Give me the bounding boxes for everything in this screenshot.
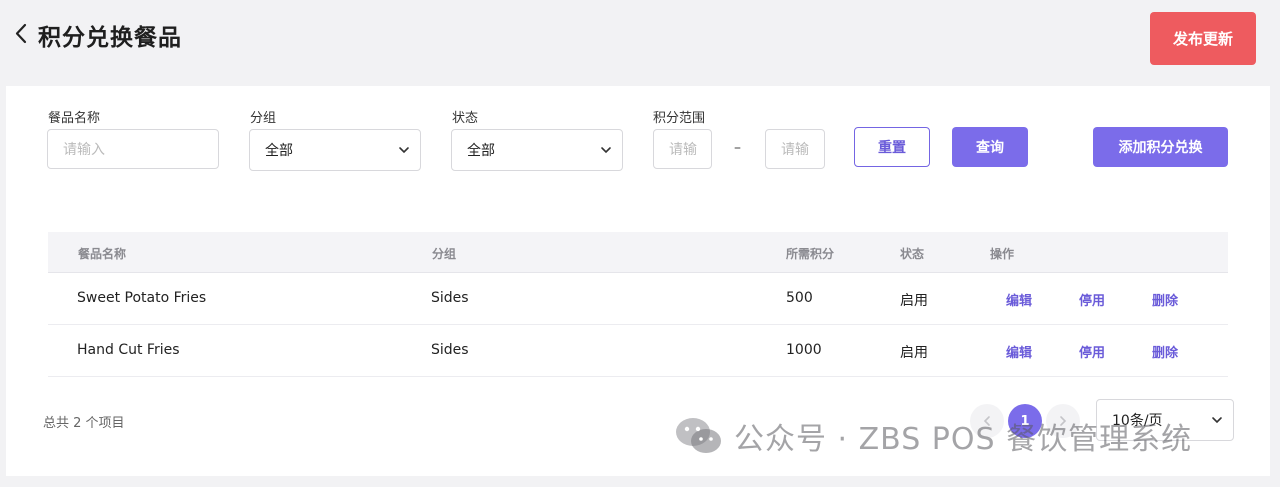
column-header-group: 分组 [432, 247, 457, 261]
status-filter-value: 全部 [467, 143, 495, 159]
disable-link[interactable]: 停用 [1079, 342, 1105, 361]
name-filter-input[interactable]: 请输入 [47, 129, 219, 169]
chevron-down-icon [398, 144, 410, 156]
cell-group: Sides [431, 342, 469, 358]
wechat-logo-icon [674, 416, 724, 456]
column-header-status: 状态 [900, 247, 925, 261]
cell-name: Hand Cut Fries [77, 342, 180, 358]
name-filter-placeholder: 请输入 [63, 142, 105, 158]
range-separator: – [734, 140, 741, 156]
column-header-actions: 操作 [990, 247, 1015, 261]
table-row: Hand Cut Fries Sides 1000 启用 编辑 停用 删除 [48, 325, 1228, 377]
cell-points: 500 [786, 290, 813, 306]
edit-link[interactable]: 编辑 [1006, 342, 1032, 361]
table-row: Sweet Potato Fries Sides 500 启用 编辑 停用 删除 [48, 273, 1228, 325]
points-min-input[interactable]: 请输 [653, 129, 712, 169]
status-filter-label: 状态 [452, 111, 479, 126]
page-title: 积分兑换餐品 [38, 25, 182, 51]
delete-link[interactable]: 删除 [1152, 342, 1178, 361]
cell-name: Sweet Potato Fries [77, 290, 207, 306]
watermark: 公众号 · ZBS POS 餐饮管理系统 [674, 414, 1192, 458]
watermark-text: 公众号 · ZBS POS 餐饮管理系统 [734, 422, 1193, 457]
chevron-down-icon [1211, 414, 1223, 426]
points-max-placeholder: 请输 [781, 142, 809, 158]
points-max-input[interactable]: 请输 [765, 129, 825, 169]
back-arrow-icon[interactable] [12, 20, 32, 48]
add-points-exchange-button[interactable]: 添加积分兑换 [1093, 127, 1228, 167]
column-header-name: 餐品名称 [78, 247, 127, 261]
cell-group: Sides [431, 290, 469, 306]
points-range-label: 积分范围 [653, 111, 706, 126]
disable-link[interactable]: 停用 [1079, 290, 1105, 309]
exchange-table: 餐品名称 分组 所需积分 状态 操作 Sweet Potato Fries Si… [48, 232, 1228, 377]
publish-update-button[interactable]: 发布更新 [1150, 12, 1256, 65]
column-header-points: 所需积分 [786, 247, 835, 261]
delete-link[interactable]: 删除 [1152, 290, 1178, 309]
table-header: 餐品名称 分组 所需积分 状态 操作 [48, 232, 1228, 273]
status-filter-select[interactable]: 全部 [451, 129, 623, 171]
reset-button[interactable]: 重置 [854, 127, 930, 167]
cell-status: 启用 [900, 345, 928, 361]
query-button[interactable]: 查询 [952, 127, 1028, 167]
group-filter-select[interactable]: 全部 [249, 129, 421, 171]
group-filter-value: 全部 [265, 143, 293, 159]
cell-points: 1000 [786, 342, 822, 358]
name-filter-label: 餐品名称 [48, 111, 101, 126]
points-min-placeholder: 请输 [669, 142, 697, 158]
edit-link[interactable]: 编辑 [1006, 290, 1032, 309]
group-filter-label: 分组 [250, 111, 277, 126]
total-items-text: 总共 2 个项目 [43, 416, 125, 431]
cell-status: 启用 [900, 293, 928, 309]
top-bar: 积分兑换餐品 发布更新 [0, 0, 1280, 80]
chevron-down-icon [600, 144, 612, 156]
